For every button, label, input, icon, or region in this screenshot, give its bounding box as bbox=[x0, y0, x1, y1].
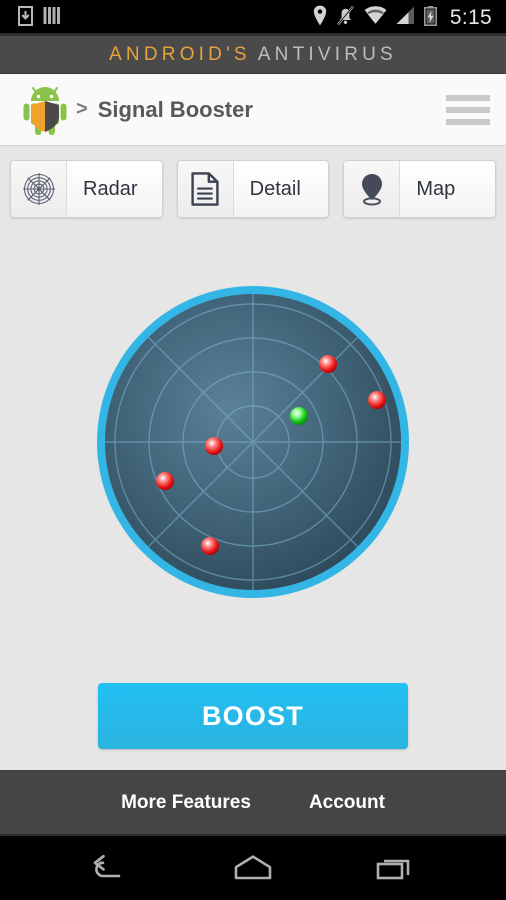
home-button[interactable] bbox=[213, 836, 293, 900]
map-pin-icon bbox=[344, 161, 401, 217]
status-bar-clock: 5:15 bbox=[449, 6, 492, 29]
android-shield-logo bbox=[16, 81, 74, 139]
radar-blip-threat bbox=[205, 437, 223, 455]
wifi-icon bbox=[364, 6, 387, 30]
account-link[interactable]: Account bbox=[309, 792, 385, 814]
radar-blip-threat bbox=[319, 355, 337, 373]
tab-radar-label: Radar bbox=[83, 177, 138, 200]
tab-bar: Radar Detail Map bbox=[0, 146, 506, 222]
status-bar: 5:15 bbox=[0, 0, 506, 36]
document-icon bbox=[177, 161, 234, 217]
tab-map[interactable]: Map bbox=[343, 160, 497, 218]
more-features-link[interactable]: More Features bbox=[121, 792, 251, 814]
boost-panel: BOOST bbox=[0, 662, 506, 770]
recents-button[interactable] bbox=[355, 836, 435, 900]
status-bar-divider bbox=[0, 33, 506, 36]
radar-blip-threat bbox=[201, 537, 219, 555]
app-header: > Signal Booster bbox=[0, 74, 506, 146]
download-icon bbox=[18, 5, 33, 31]
hamburger-bar bbox=[446, 118, 490, 125]
mute-bell-icon bbox=[336, 5, 355, 31]
status-bar-right-icons: 5:15 bbox=[313, 5, 492, 31]
radar-blip-threat bbox=[368, 391, 386, 409]
brand-secondary-text: ANTIVIRUS bbox=[257, 43, 397, 65]
radar-blip-threat bbox=[156, 472, 174, 490]
status-bar-left-icons bbox=[18, 5, 62, 31]
location-pin-icon bbox=[313, 5, 327, 31]
android-nav-bar bbox=[0, 834, 506, 900]
brand-primary-text: ANDROID'S bbox=[109, 43, 251, 65]
tab-map-label: Map bbox=[416, 177, 456, 200]
radar-blip-safe bbox=[290, 407, 308, 425]
app-screen: 5:15 ANDROID'S ANTIVIRUS > Signal Booste… bbox=[0, 0, 506, 900]
radar-display[interactable] bbox=[90, 279, 416, 605]
tab-detail[interactable]: Detail bbox=[176, 160, 330, 218]
radar-svg bbox=[97, 286, 409, 598]
barcode-icon bbox=[43, 6, 62, 30]
tab-radar[interactable]: Radar bbox=[10, 160, 163, 218]
back-button[interactable] bbox=[71, 836, 151, 900]
breadcrumb-separator: > bbox=[76, 98, 88, 120]
hamburger-bar bbox=[446, 106, 490, 113]
radar-icon bbox=[11, 161, 67, 217]
hamburger-bar bbox=[446, 94, 490, 101]
bottom-nav-bar: More Features Account bbox=[0, 770, 506, 834]
battery-charging-icon bbox=[423, 5, 437, 31]
boost-button[interactable]: BOOST bbox=[98, 683, 408, 749]
hamburger-menu-icon[interactable] bbox=[446, 94, 490, 125]
tab-detail-label: Detail bbox=[249, 177, 301, 200]
brand-banner: ANDROID'S ANTIVIRUS bbox=[0, 36, 506, 74]
radar-panel bbox=[0, 222, 506, 662]
page-title: Signal Booster bbox=[97, 96, 253, 122]
cellular-signal-icon bbox=[396, 6, 415, 30]
